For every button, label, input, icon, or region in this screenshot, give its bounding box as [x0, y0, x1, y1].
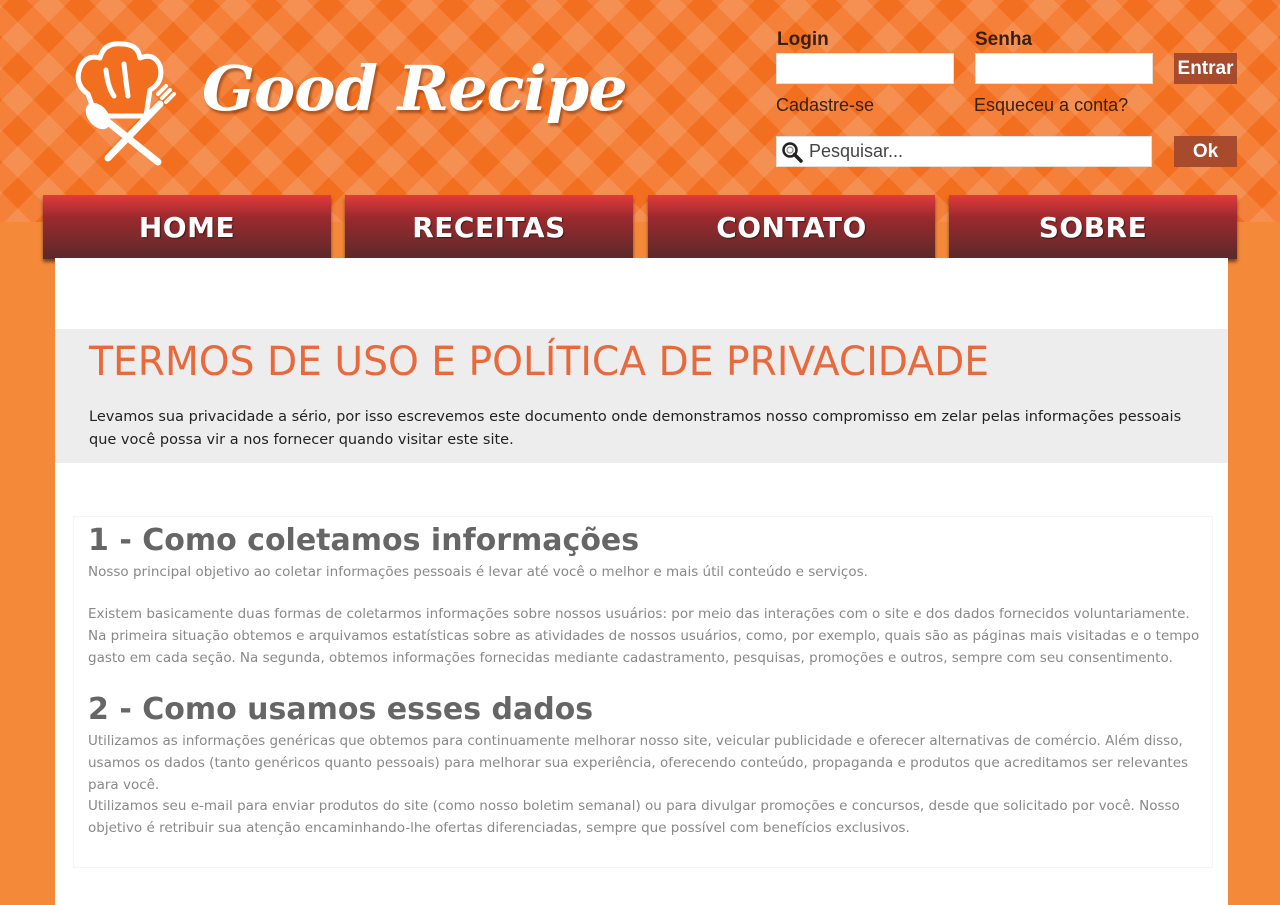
page-header: TERMOS DE USO E POLÍTICA DE PRIVACIDADE … [55, 329, 1228, 463]
section-title: 1 - Como coletamos informações [88, 523, 640, 558]
nav-recipes[interactable]: RECEITAS [345, 195, 633, 259]
chef-hat-utensils-icon [75, 41, 176, 166]
site-header: Good Recipe Login Senha Entrar Cadastre-… [0, 0, 1280, 222]
search-input[interactable] [809, 137, 1149, 166]
brand-name: Good Recipe [202, 52, 628, 125]
terms-sections: 1 - Como coletamos informações Nosso pri… [73, 516, 1213, 868]
login-button[interactable]: Entrar [1174, 53, 1237, 84]
search-icon [782, 142, 803, 163]
login-input[interactable] [776, 53, 954, 84]
nav-home[interactable]: HOME [43, 195, 331, 259]
section-title: 2 - Como usamos esses dados [88, 692, 594, 727]
password-label: Senha [975, 29, 1033, 50]
content-panel: TERMOS DE USO E POLÍTICA DE PRIVACIDADE … [55, 258, 1228, 905]
register-link[interactable]: Cadastre-se [776, 95, 874, 116]
login-label: Login [777, 29, 829, 50]
page-title: TERMOS DE USO E POLÍTICA DE PRIVACIDADE [89, 339, 990, 385]
forgot-account-link[interactable]: Esqueceu a conta? [974, 95, 1128, 116]
password-input[interactable] [975, 53, 1153, 84]
section-paragraph: Utilizamos seu e-mail para enviar produt… [88, 798, 1180, 836]
main-nav: HOME RECEITAS CONTATO SOBRE [43, 195, 1237, 261]
nav-contact[interactable]: CONTATO [648, 195, 935, 259]
search-box [776, 136, 1152, 167]
section-paragraph: Utilizamos as informações genéricas que … [88, 733, 1189, 793]
intro-text: Levamos sua privacidade a sério, por iss… [89, 409, 1182, 448]
section-paragraph: Nosso principal objetivo ao coletar info… [88, 564, 868, 580]
nav-about[interactable]: SOBRE [949, 195, 1237, 259]
section-paragraph: Existem basicamente duas formas de colet… [88, 606, 1200, 666]
logo[interactable]: Good Recipe [66, 34, 628, 174]
search-button[interactable]: Ok [1174, 136, 1237, 167]
